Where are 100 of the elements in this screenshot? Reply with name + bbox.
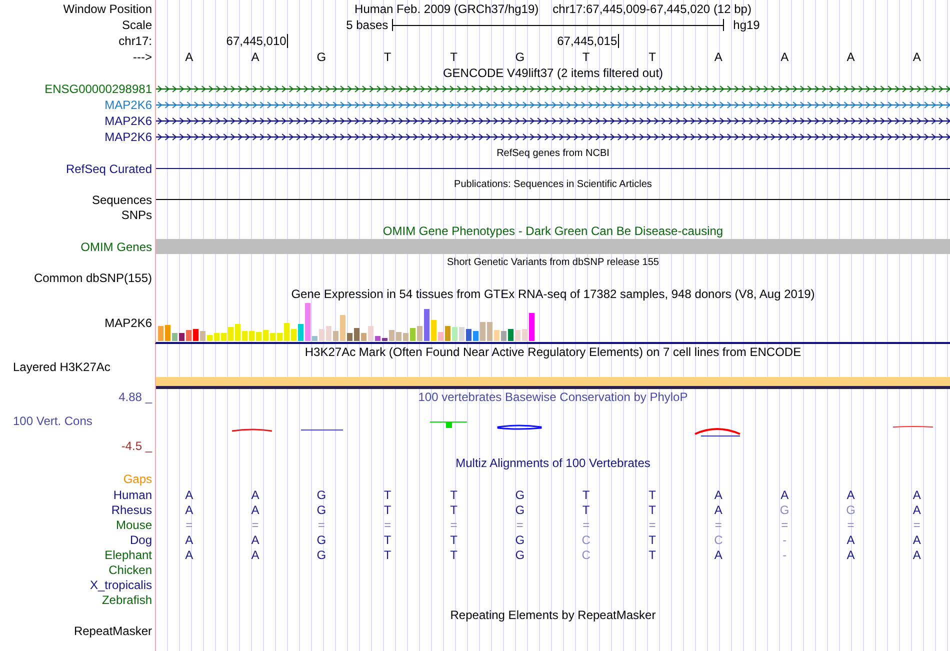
aligned-base: = [186, 518, 193, 532]
track-label[interactable]: SNPs [121, 208, 152, 222]
row-label: ---> [133, 50, 152, 64]
aligned-base: T [384, 532, 392, 546]
position-range: chr17:67,445,009-67,445,020 (12 bp) [552, 2, 752, 16]
aligned-base: A [185, 502, 194, 516]
aligned-base: T [582, 502, 590, 516]
coordinate-label: 67,445,010 [226, 34, 288, 48]
aligned-base: A [251, 548, 260, 562]
track-title: Publications: Sequences in Scientific Articles [454, 178, 652, 190]
aligned-base: A [912, 548, 921, 562]
signal-band[interactable] [156, 377, 950, 389]
track-label[interactable]: MAP2K6 [104, 130, 152, 144]
aligned-base: A [714, 502, 722, 516]
aligned-base: - [782, 548, 787, 562]
sequence-base: G [515, 50, 525, 64]
aligned-base: A [912, 532, 921, 546]
aligned-base: G [316, 488, 326, 502]
track-label[interactable]: ENSG00000298981 [44, 82, 152, 96]
expression-bars-drawing[interactable] [156, 303, 536, 341]
aligned-base: G [316, 548, 326, 562]
aligned-base: T [384, 548, 392, 562]
aligned-base: = [252, 518, 259, 532]
aligned-base: A [846, 548, 855, 562]
aligned-base: A [912, 488, 921, 502]
aligned-base: T [582, 488, 590, 502]
aligned-base: A [714, 488, 722, 502]
coordinate-label: 67,445,015 [557, 34, 620, 48]
track-label[interactable]: Human [113, 488, 152, 502]
aligned-base: A [251, 532, 260, 546]
track-title: Short Genetic Variants from dbSNP release 155 [447, 256, 659, 268]
sequence-base: G [316, 50, 326, 64]
assembly-name: Human Feb. 2009 (GRCh37/hg19) [354, 2, 539, 16]
aligned-base: A [846, 488, 855, 502]
track-label[interactable]: Rhesus [111, 502, 152, 516]
sequence-base: T [384, 50, 392, 64]
track-title: 100 vertebrates Basewise Conservation by PhyloP [418, 390, 688, 404]
aligned-base: = [516, 518, 524, 532]
track-label[interactable]: Mouse [116, 518, 152, 532]
aligned-base: T [648, 532, 656, 546]
track-label[interactable]: RefSeq Curated [66, 162, 152, 176]
track-label[interactable]: Chicken [108, 562, 152, 576]
sequence-base: A [780, 50, 789, 64]
aligned-base: A [846, 532, 855, 546]
aligned-base: G [846, 502, 856, 516]
track-label[interactable]: 100 Vert. Cons [0, 414, 152, 428]
aligned-base: A [780, 488, 789, 502]
aligned-base: C [582, 532, 590, 546]
aligned-base: T [648, 488, 656, 502]
track-title: H3K27Ac Mark (Often Found Near Active Regulatory Elements) on 7 cell lines from ENCODE [304, 345, 802, 359]
aligned-base: G [515, 532, 525, 546]
scale-database: hg19 [733, 18, 760, 32]
aligned-base: T [450, 502, 458, 516]
sequence-base: T [648, 50, 656, 64]
aligned-base: T [384, 502, 392, 516]
track-label[interactable]: Layered H3K27Ac [13, 360, 110, 374]
sequence-base: A [251, 50, 260, 64]
aligned-base: G [515, 502, 525, 516]
sequence-base: A [846, 50, 855, 64]
track-label[interactable]: Elephant [104, 548, 152, 562]
sequence-base: A [912, 50, 921, 64]
track-label[interactable]: RepeatMasker [74, 624, 152, 638]
aligned-base: = [714, 518, 722, 532]
track-label[interactable]: X_tropicalis [90, 578, 152, 592]
aligned-base: T [648, 502, 656, 516]
track-label[interactable]: MAP2K6 [104, 114, 152, 128]
track-label[interactable]: OMIM Genes [80, 240, 152, 254]
track-label[interactable]: Dog [130, 532, 152, 546]
aligned-base: T [450, 488, 458, 502]
aligned-base: = [318, 518, 325, 532]
track-label[interactable]: MAP2K6 [104, 98, 152, 112]
row-label: chr17: [118, 34, 152, 48]
track-title: GENCODE V49lift37 (2 items filtered out) [442, 66, 664, 80]
aligned-base: = [450, 518, 458, 532]
sequence-base: T [582, 50, 590, 64]
aligned-base: A [251, 502, 260, 516]
track-title: Repeating Elements by RepeatMasker [450, 608, 656, 622]
aligned-base: - [782, 532, 787, 546]
sequence-base: A [185, 50, 194, 64]
track-label[interactable]: MAP2K6 [104, 316, 152, 330]
aligned-base: A [185, 532, 194, 546]
scale-length: 5 bases [346, 18, 388, 32]
track-title: OMIM Gene Phenotypes - Dark Green Can Be Disease-causing [382, 224, 724, 238]
track-title: RefSeq genes from NCBI [496, 148, 610, 158]
aligned-base: T [450, 548, 458, 562]
aligned-base: A [185, 548, 194, 562]
track-label[interactable]: Sequences [92, 192, 152, 206]
aligned-base: = [913, 518, 920, 532]
aligned-base: T [384, 488, 392, 502]
sequence-base: A [714, 50, 722, 64]
aligned-base: C [714, 532, 723, 546]
aligned-base: A [185, 488, 194, 502]
track-title: Gene Expression in 54 tissues from GTEx RNA-seq of 17382 samples, 948 donors (V8, Aug 2019) [291, 287, 815, 301]
aligned-base: G [780, 502, 790, 516]
track-label[interactable]: Zebrafish [102, 592, 152, 606]
row-label: Window Position [63, 2, 152, 16]
aligned-base: = [582, 518, 590, 532]
track-label[interactable]: Common dbSNP(155) [34, 271, 152, 285]
axis-max-label: 4.88 _ [118, 390, 152, 404]
track-title: Multiz Alignments of 100 Vertebrates [456, 456, 650, 470]
